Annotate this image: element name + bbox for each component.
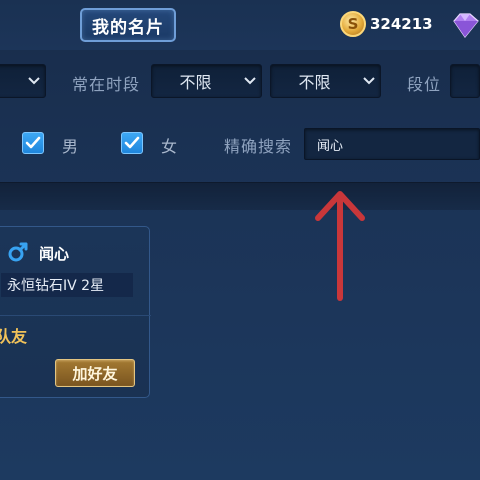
coin-balance: S 324213 (340, 10, 436, 38)
chevron-down-icon (358, 70, 380, 92)
add-friend-button[interactable]: 加好友 (55, 359, 135, 387)
chevron-down-icon (239, 70, 261, 92)
female-checkbox[interactable] (121, 132, 143, 154)
precise-search-value: 闻心 (317, 138, 344, 154)
precise-search-label: 精确搜索 (224, 137, 293, 156)
red-arrow-annotation (315, 191, 365, 301)
purple-diamond-icon[interactable] (450, 12, 480, 38)
results-header-band (0, 182, 480, 210)
male-label: 男 (62, 137, 79, 156)
check-icon (124, 136, 140, 149)
player-name: 闻心 (39, 245, 70, 263)
player-card[interactable]: 闻心 永恒钻石IV 2星 队友 加好友 (0, 226, 151, 398)
male-checkbox[interactable] (22, 132, 44, 154)
team-tag: 队友 (0, 327, 28, 346)
active-time-start-select[interactable]: 不限 (151, 64, 262, 98)
player-rank: 永恒钻石IV 2星 (1, 273, 133, 297)
coin-count: 324213 (370, 15, 433, 33)
top-bar: 我的名片 S 324213 (0, 0, 480, 50)
first-filter-select[interactable] (0, 64, 46, 98)
female-label: 女 (161, 137, 178, 156)
chevron-down-icon (23, 70, 45, 92)
active-time-end-select[interactable]: 不限 (270, 64, 381, 98)
rank-select[interactable] (450, 64, 480, 98)
male-icon (8, 242, 28, 262)
active-time-start-value: 不限 (179, 73, 212, 92)
active-time-end-value: 不限 (298, 73, 331, 92)
check-icon (25, 136, 41, 149)
my-card-tab[interactable]: 我的名片 (80, 8, 176, 42)
gold-coin-icon: S (340, 11, 366, 37)
rank-label: 段位 (407, 75, 442, 94)
active-time-label: 常在时段 (72, 75, 141, 94)
card-divider (0, 315, 151, 316)
precise-search-input[interactable]: 闻心 (304, 128, 480, 160)
